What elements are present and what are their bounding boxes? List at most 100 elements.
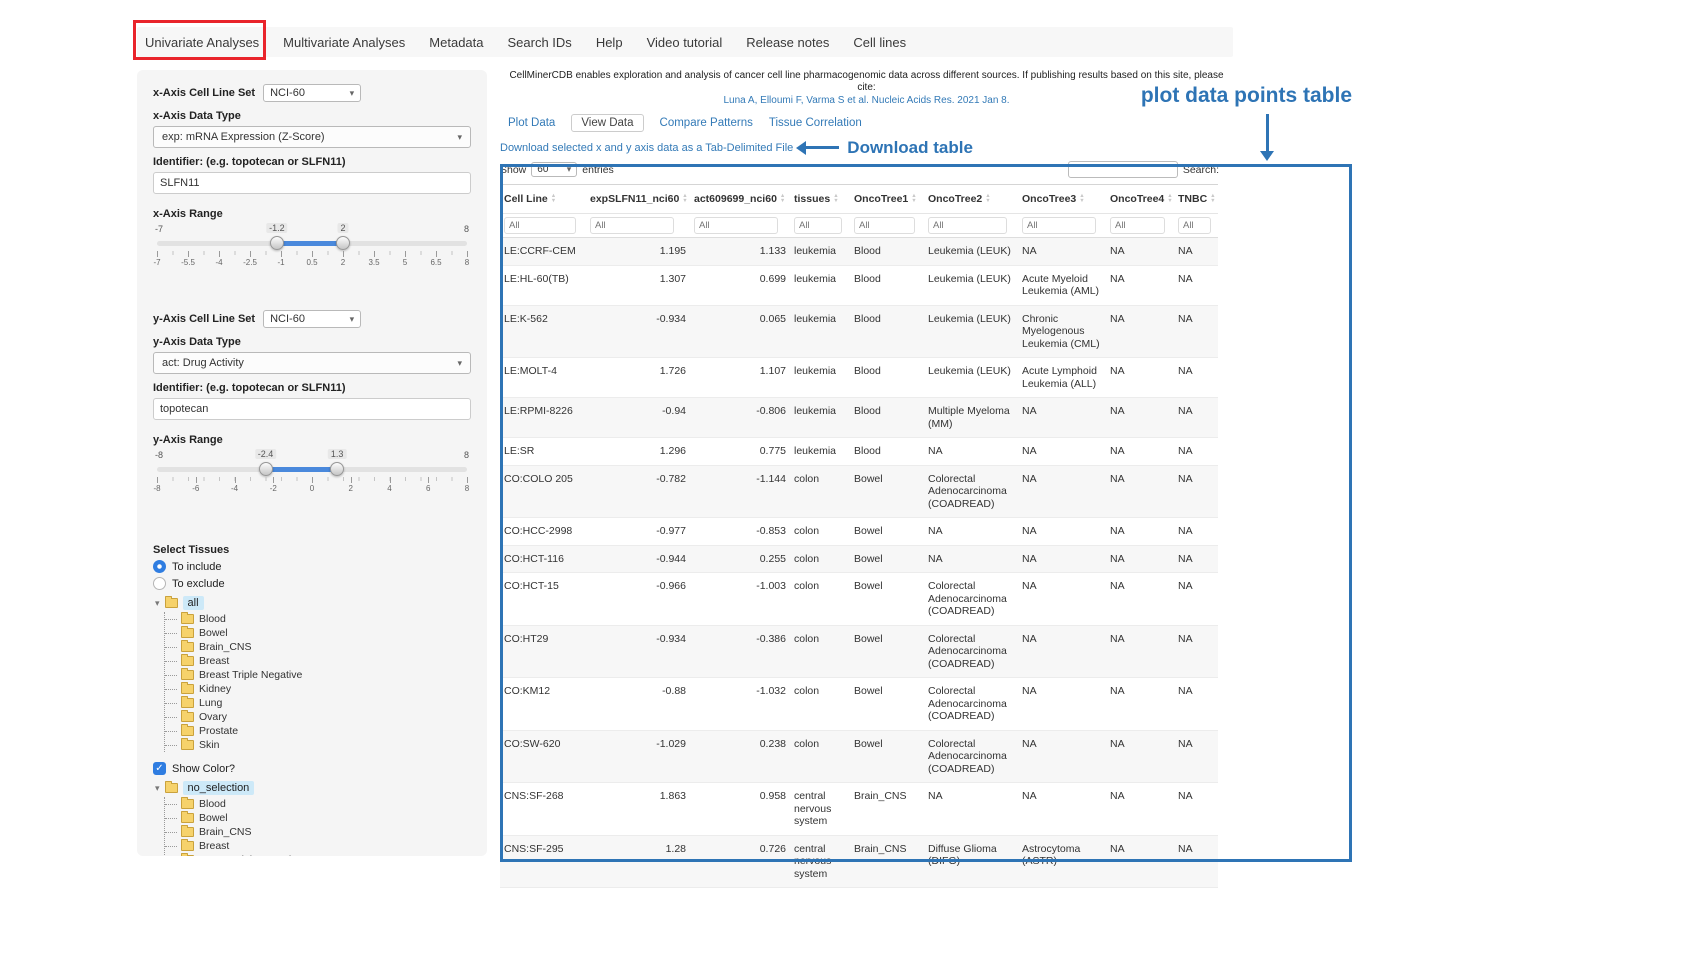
chevron-down-icon: ▾ — [350, 88, 355, 99]
table-filter-row — [500, 214, 1218, 238]
slider-handle-to[interactable] — [330, 462, 344, 476]
x-identifier-input[interactable] — [153, 172, 471, 194]
tree-node-breast-triple-negative[interactable]: Breast Triple Negative — [165, 668, 471, 682]
y-cell-line-set-value: NCI-60 — [270, 313, 305, 325]
radio-to-exclude[interactable]: To exclude — [153, 577, 471, 590]
column-header-cell-line[interactable]: Cell Line▲▼ — [500, 185, 586, 214]
folder-icon — [165, 598, 178, 608]
citation-link[interactable]: Luna A, Elloumi F, Varma S et al. Nuclei… — [500, 94, 1233, 107]
column-header-oncotree3[interactable]: OncoTree3▲▼ — [1018, 185, 1106, 214]
tab-compare-patterns[interactable]: Compare Patterns — [660, 117, 753, 129]
table-row[interactable]: CO:HCT-15-0.966-1.003colonBowelColorecta… — [500, 573, 1218, 626]
y-cell-line-set-select[interactable]: NCI-60 ▾ — [263, 310, 361, 328]
tab-plot-data[interactable]: Plot Data — [508, 117, 555, 129]
column-header-oncotree1[interactable]: OncoTree1▲▼ — [850, 185, 924, 214]
tree-node-breast[interactable]: Breast — [165, 839, 471, 853]
filter-input-cell-line[interactable] — [504, 217, 576, 234]
tree-node-bowel[interactable]: Bowel — [165, 811, 471, 825]
slider-handle-from[interactable] — [259, 462, 273, 476]
tree-caret-icon[interactable]: ▾ — [155, 783, 160, 794]
y-identifier-input[interactable] — [153, 398, 471, 420]
column-header-act609699-nci60[interactable]: act609699_nci60▲▼ — [690, 185, 790, 214]
nav-item-search-ids[interactable]: Search IDs — [508, 35, 572, 50]
tree-node-skin[interactable]: Skin — [165, 738, 471, 752]
table-row[interactable]: CO:SW-620-1.0290.238colonBowelColorectal… — [500, 730, 1218, 783]
y-data-type-select[interactable]: act: Drug Activity ▾ — [153, 352, 471, 374]
filter-input-act609699-nci60[interactable] — [694, 217, 778, 234]
tree-caret-icon[interactable]: ▾ — [155, 598, 160, 609]
x-data-type-select[interactable]: exp: mRNA Expression (Z-Score) ▾ — [153, 126, 471, 148]
slider-handle-from[interactable] — [270, 236, 284, 250]
tree-node-no-selection[interactable]: no_selection — [183, 781, 255, 795]
table-cell: Leukemia (LEUK) — [924, 358, 1018, 398]
slider-handle-to[interactable] — [336, 236, 350, 250]
nav-item-help[interactable]: Help — [596, 35, 623, 50]
table-row[interactable]: LE:CCRF-CEM1.1951.133leukemiaBloodLeukem… — [500, 238, 1218, 266]
search-input[interactable] — [1068, 161, 1178, 178]
table-cell: -1.032 — [690, 678, 790, 731]
table-row[interactable]: LE:SR1.2960.775leukemiaBloodNANANANA — [500, 438, 1218, 466]
x-axis-range-slider[interactable]: -78-1.22-7-5.5-4-2.5-10.523.556.58 — [157, 224, 467, 276]
show-color-checkbox[interactable]: ✓ Show Color? — [153, 762, 471, 775]
table-cell: NA — [924, 783, 1018, 836]
column-header-expslfn11-nci60[interactable]: expSLFN11_nci60▲▼ — [586, 185, 690, 214]
radio-to-include[interactable]: To include — [153, 560, 471, 573]
table-row[interactable]: CO:HCT-116-0.9440.255colonBowelNANANANA — [500, 545, 1218, 573]
filter-input-tnbc[interactable] — [1178, 217, 1211, 234]
tree-node-breast[interactable]: Breast — [165, 654, 471, 668]
table-row[interactable]: LE:K-562-0.9340.065leukemiaBloodLeukemia… — [500, 305, 1218, 358]
table-cell: -0.966 — [586, 573, 690, 626]
column-header-oncotree4[interactable]: OncoTree4▲▼ — [1106, 185, 1174, 214]
table-cell: -0.94 — [586, 398, 690, 438]
show-entries: Show 60 ▾ entries — [500, 162, 614, 177]
table-cell: leukemia — [790, 238, 850, 266]
table-row[interactable]: CNS:SF-2681.8630.958central nervous syst… — [500, 783, 1218, 836]
filter-input-expslfn11-nci60[interactable] — [590, 217, 674, 234]
filter-input-oncotree1[interactable] — [854, 217, 915, 234]
table-row[interactable]: LE:HL-60(TB)1.3070.699leukemiaBloodLeuke… — [500, 265, 1218, 305]
sort-icon: ▲▼ — [1167, 194, 1172, 204]
tree-node-kidney[interactable]: Kidney — [165, 682, 471, 696]
table-row[interactable]: CO:KM12-0.88-1.032colonBowelColorectal A… — [500, 678, 1218, 731]
nav-item-video-tutorial[interactable]: Video tutorial — [647, 35, 723, 50]
filter-input-oncotree4[interactable] — [1110, 217, 1165, 234]
table-cell: NA — [1174, 625, 1218, 678]
table-row[interactable]: LE:RPMI-8226-0.94-0.806leukemiaBloodMult… — [500, 398, 1218, 438]
filter-input-tissues[interactable] — [794, 217, 842, 234]
tree-node-breast-triple-negative[interactable]: Breast Triple Negative — [165, 853, 471, 856]
nav-item-cell-lines[interactable]: Cell lines — [853, 35, 906, 50]
y-axis-range-slider[interactable]: -88-2.41.3-8-6-4-202468 — [157, 450, 467, 502]
tab-view-data[interactable]: View Data — [571, 114, 643, 132]
tab-tissue-correlation[interactable]: Tissue Correlation — [769, 117, 862, 129]
filter-input-oncotree3[interactable] — [1022, 217, 1096, 234]
tree-node-all[interactable]: all — [183, 596, 204, 610]
table-row[interactable]: CO:HCC-2998-0.977-0.853colonBowelNANANAN… — [500, 518, 1218, 546]
nav-item-release-notes[interactable]: Release notes — [746, 35, 829, 50]
column-header-tnbc[interactable]: TNBC▲▼ — [1174, 185, 1218, 214]
nav-item-metadata[interactable]: Metadata — [429, 35, 483, 50]
table-row[interactable]: CO:COLO 205-0.782-1.144colonBowelColorec… — [500, 465, 1218, 518]
nav-item-multivariate-analyses[interactable]: Multivariate Analyses — [283, 35, 405, 50]
tree-node-blood[interactable]: Blood — [165, 797, 471, 811]
tree-node-brain-cns[interactable]: Brain_CNS — [165, 640, 471, 654]
table-row[interactable]: CNS:SF-2951.280.726central nervous syste… — [500, 835, 1218, 888]
tree-node-lung[interactable]: Lung — [165, 696, 471, 710]
filter-input-oncotree2[interactable] — [928, 217, 1007, 234]
radio-to-exclude-label: To exclude — [172, 578, 225, 590]
entries-select[interactable]: 60 ▾ — [531, 162, 577, 177]
download-link[interactable]: Download selected x and y axis data as a… — [500, 142, 793, 154]
x-cell-line-set-select[interactable]: NCI-60 ▾ — [263, 84, 361, 102]
column-header-tissues[interactable]: tissues▲▼ — [790, 185, 850, 214]
sort-icon: ▲▼ — [780, 194, 785, 204]
table-cell: NA — [1018, 545, 1106, 573]
table-row[interactable]: LE:MOLT-41.7261.107leukemiaBloodLeukemia… — [500, 358, 1218, 398]
nav-item-univariate-analyses[interactable]: Univariate Analyses — [145, 35, 259, 50]
tree-node-prostate[interactable]: Prostate — [165, 724, 471, 738]
tree-node-ovary[interactable]: Ovary — [165, 710, 471, 724]
table-row[interactable]: CO:HT29-0.934-0.386colonBowelColorectal … — [500, 625, 1218, 678]
column-header-oncotree2[interactable]: OncoTree2▲▼ — [924, 185, 1018, 214]
table-cell: NA — [1174, 265, 1218, 305]
tree-node-bowel[interactable]: Bowel — [165, 626, 471, 640]
tree-node-brain-cns[interactable]: Brain_CNS — [165, 825, 471, 839]
tree-node-blood[interactable]: Blood — [165, 612, 471, 626]
